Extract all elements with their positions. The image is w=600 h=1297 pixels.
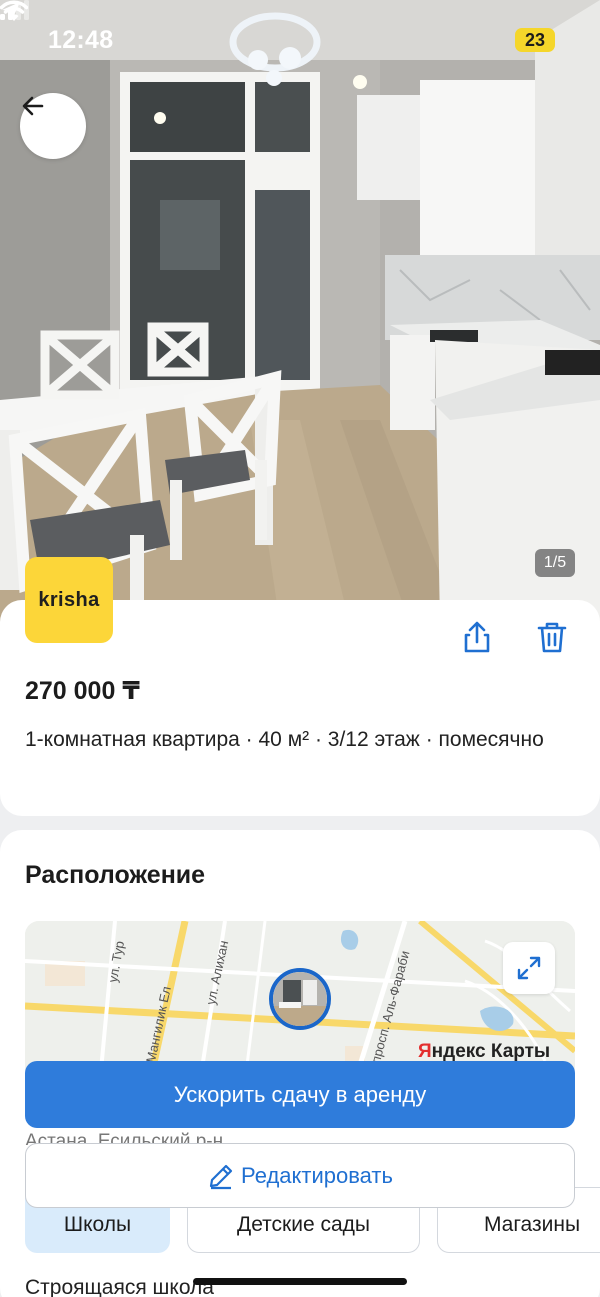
yandex-logo-letter: Я	[418, 1041, 432, 1062]
listing-photo[interactable]: 12:48 23 1/5	[0, 0, 600, 625]
battery-icon: 23	[515, 28, 555, 52]
map-location-pin[interactable]	[269, 968, 331, 1030]
pencil-icon	[209, 1164, 233, 1189]
tab-label: Школы	[63, 1213, 132, 1236]
tab-label: Магазины	[483, 1213, 581, 1236]
krisha-logo: krisha	[25, 557, 113, 643]
home-indicator	[193, 1278, 407, 1285]
yandex-maps-logo: Яндекс Карты	[418, 1041, 550, 1063]
kitchen-photo-illustration	[0, 0, 600, 625]
trash-icon	[537, 622, 567, 653]
tab-label: Детские сады	[236, 1213, 371, 1236]
listing-description: 1-комнатная квартира · 40 м² · 3/12 этаж…	[25, 728, 544, 751]
share-button[interactable]	[460, 620, 494, 659]
listing-thumbnail	[273, 972, 327, 1026]
share-icon	[464, 621, 490, 653]
yandex-logo-text: ндекс Карты	[431, 1041, 551, 1062]
edit-button-label: Редактировать	[241, 1162, 393, 1188]
status-bar: 12:48 23	[0, 0, 600, 80]
promote-rent-button[interactable]: Ускорить сдачу в аренду	[25, 1061, 575, 1128]
listing-price: 270 000 ₸	[25, 677, 140, 705]
school-list-item[interactable]: Строящаяся школа	[25, 1276, 214, 1297]
back-button[interactable]	[20, 93, 86, 159]
arrow-left-icon	[22, 96, 44, 116]
krisha-logo-text: krisha	[38, 588, 100, 611]
location-title: Расположение	[25, 861, 206, 889]
map-expand-button[interactable]	[503, 942, 555, 994]
delete-button[interactable]	[535, 620, 569, 659]
wifi-icon	[0, 0, 28, 21]
edit-button[interactable]: Редактировать	[25, 1143, 575, 1208]
photo-counter: 1/5	[535, 549, 575, 577]
expand-icon	[517, 956, 541, 980]
status-time: 12:48	[48, 26, 114, 54]
